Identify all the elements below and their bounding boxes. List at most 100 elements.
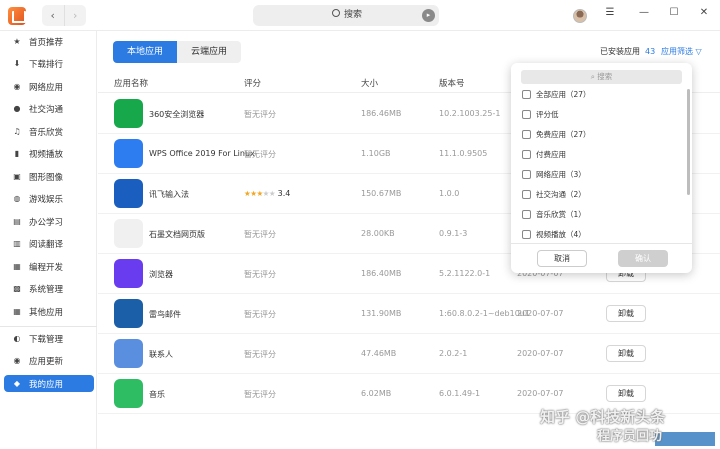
column-version[interactable]: 版本号	[439, 77, 465, 89]
tab-local-apps[interactable]: 本地应用	[113, 41, 178, 63]
close-icon[interactable]: ✕	[696, 7, 712, 18]
maximize-icon[interactable]: ☐	[666, 7, 682, 18]
app-version: 0.9.1-3	[439, 229, 468, 238]
checkbox[interactable]	[522, 109, 531, 119]
sidebar-item-system[interactable]: ▩ 系统管理	[4, 280, 94, 297]
filter-search-input[interactable]: ⌕ 搜索	[521, 70, 682, 84]
filter-option[interactable]: 付费应用	[522, 147, 566, 161]
checkbox[interactable]	[522, 89, 531, 99]
filter-option-label: 付费应用	[536, 149, 566, 159]
minimize-icon[interactable]: —	[636, 7, 652, 18]
filter-option-count: （2）	[566, 189, 586, 199]
filter-option[interactable]: 评分低	[522, 107, 559, 121]
sidebar-item-my-apps[interactable]: ◆ 我的应用	[4, 375, 94, 392]
app-version: 1.0.0	[439, 189, 460, 198]
app-icon	[114, 339, 143, 368]
checkbox[interactable]	[522, 229, 531, 239]
app-size: 28.00KB	[361, 229, 395, 238]
sidebar-item-music[interactable]: ♫ 音乐欣赏	[4, 123, 94, 140]
my-apps-icon: ◆	[13, 379, 21, 388]
installed-count-label: 已安装应用 43	[600, 46, 655, 57]
checkbox[interactable]	[522, 169, 531, 179]
app-name: 联系人	[149, 350, 173, 359]
filter-option-count: （3）	[566, 169, 586, 179]
app-version: 11.1.0.9505	[439, 149, 488, 158]
filter-option-label: 网络应用	[536, 169, 566, 179]
sidebar-item-label: 游戏娱乐	[29, 194, 64, 205]
filter-button[interactable]: 应用筛选 ▽	[661, 46, 702, 57]
rating-text: 暂无评分	[244, 270, 276, 279]
back-arrow-icon[interactable]: ‹	[42, 5, 64, 26]
sidebar-item-video[interactable]: ▮ 视频播放	[4, 145, 94, 162]
filter-ok-button[interactable]: 确认	[618, 250, 668, 267]
uninstall-button[interactable]: 卸载	[606, 345, 646, 362]
checkbox[interactable]	[522, 209, 531, 219]
column-size[interactable]: 大小	[361, 77, 378, 89]
sidebar-item-label: 办公学习	[29, 217, 64, 228]
sidebar: ★ 首页推荐 ⬇ 下载排行 ◉ 网络应用 ● 社交沟通 ♫ 音乐欣赏 ▮ 视频播放 ▣ 图形图…	[0, 31, 97, 449]
filter-option-count: （1）	[566, 209, 586, 219]
filter-option[interactable]: 社交沟通 （2）	[522, 187, 586, 201]
sidebar-item-updates[interactable]: ◉ 应用更新	[4, 352, 94, 369]
filter-option-count: （27）	[566, 89, 591, 99]
sidebar-item-label: 音乐欣赏	[29, 127, 64, 138]
filter-option[interactable]: 音乐欣赏 （1）	[522, 207, 586, 221]
uninstall-button[interactable]: 卸载	[606, 305, 646, 322]
column-rating[interactable]: 评分	[244, 77, 261, 89]
uninstall-button[interactable]: 卸载	[606, 385, 646, 402]
avatar[interactable]	[573, 9, 587, 23]
filter-option-label: 音乐欣赏	[536, 209, 566, 219]
tab-cloud-apps[interactable]: 云端应用	[177, 41, 242, 63]
sidebar-item-graphics[interactable]: ▣ 图形图像	[4, 168, 94, 185]
rating-text: 暂无评分	[244, 390, 276, 399]
rating-text: 暂无评分	[244, 350, 276, 359]
sidebar-item-network[interactable]: ◉ 网络应用	[4, 78, 94, 95]
checkbox[interactable]	[522, 129, 531, 139]
sidebar-item-programming[interactable]: ▦ 编程开发	[4, 258, 94, 275]
rating-text: 暂无评分	[244, 310, 276, 319]
sidebar-item-games[interactable]: ◍ 游戏娱乐	[4, 190, 94, 207]
forward-arrow-icon[interactable]: ›	[63, 5, 87, 26]
app-icon	[114, 99, 143, 128]
table-row[interactable]: 雷鸟邮件 暂无评分 131.90MB 1:60.8.0.2-1~deb10u1 2020…	[98, 294, 720, 334]
sidebar-item-download-rank[interactable]: ⬇ 下载排行	[4, 55, 94, 72]
checkbox[interactable]	[522, 189, 531, 199]
filter-scrollbar[interactable]	[687, 89, 690, 195]
star-icon: ★	[13, 37, 21, 46]
sidebar-item-label: 阅读翻译	[29, 239, 64, 250]
sidebar-item-home[interactable]: ★ 首页推荐	[4, 33, 94, 50]
app-size: 186.46MB	[361, 109, 402, 118]
table-row[interactable]: 联系人 暂无评分 47.46MB 2.0.2-1 2020-07-07 卸载	[98, 334, 720, 374]
search-input[interactable]: 搜索 ▸	[253, 5, 439, 26]
filter-option[interactable]: 视频播放 （4）	[522, 227, 586, 241]
filter-option[interactable]: 全部应用 （27）	[522, 87, 591, 101]
filter-cancel-button[interactable]: 取消	[537, 250, 587, 267]
column-name[interactable]: 应用名称	[114, 77, 148, 89]
sidebar-item-other[interactable]: ▦ 其他应用	[4, 303, 94, 320]
sidebar-item-label: 应用更新	[29, 356, 64, 367]
sidebar-item-social[interactable]: ● 社交沟通	[4, 100, 94, 117]
sidebar-item-office[interactable]: ▤ 办公学习	[4, 213, 94, 230]
voice-search-icon[interactable]: ▸	[422, 9, 435, 22]
filter-option-label: 全部应用	[536, 89, 566, 99]
rating-text: 暂无评分	[244, 230, 276, 239]
download-icon: ⬇	[13, 59, 21, 68]
title-bar: ‹ › 搜索 ▸ ☰ — ☐ ✕	[0, 0, 720, 31]
filter-option-count: （27）	[566, 129, 591, 139]
sidebar-item-label: 图形图像	[29, 172, 64, 183]
chat-icon: ●	[13, 104, 21, 113]
filter-option[interactable]: 免费应用 （27）	[522, 127, 591, 141]
filter-option[interactable]: 网络应用 （3）	[522, 167, 586, 181]
sidebar-item-label: 下载排行	[29, 59, 64, 70]
sidebar-item-reading[interactable]: ▥ 阅读翻译	[4, 235, 94, 252]
rating-text: 暂无评分	[244, 150, 276, 159]
menu-icon[interactable]: ☰	[602, 7, 618, 18]
app-name: 音乐	[149, 390, 165, 399]
code-icon: ▦	[13, 262, 21, 271]
checkbox[interactable]	[522, 149, 531, 159]
sidebar-item-download-manage[interactable]: ◐ 下载管理	[4, 330, 94, 347]
sidebar-divider	[0, 326, 97, 327]
app-icon	[114, 259, 143, 288]
office-icon: ▤	[13, 217, 21, 226]
app-icon	[114, 219, 143, 248]
